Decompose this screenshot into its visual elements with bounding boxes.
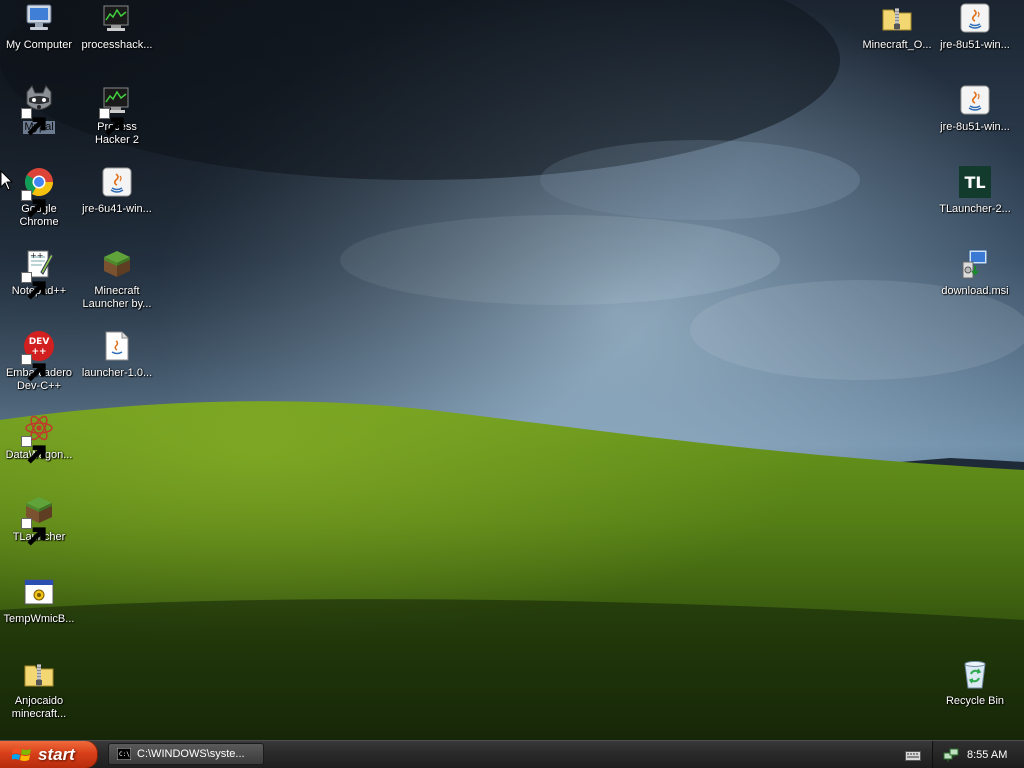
- desktop-icon-tlauncher-installer[interactable]: TL TLauncher-2...: [936, 166, 1014, 216]
- command-prompt-icon: C:\: [117, 748, 131, 760]
- start-label: start: [38, 744, 75, 764]
- shortcut-arrow-icon: [99, 108, 124, 136]
- grass-block-icon: [21, 494, 55, 546]
- notepad-plus-plus-icon: ++: [21, 248, 55, 300]
- process-hacker-icon: [99, 84, 133, 136]
- svg-text:TL: TL: [964, 173, 985, 192]
- dev-cpp-icon: DEV ++: [21, 330, 55, 382]
- clock[interactable]: 8:55 AM: [967, 749, 1007, 761]
- svg-text:++: ++: [30, 251, 43, 260]
- taskbar: start C:\ C:\WINDOWS\syste... 8:55 AM: [0, 740, 1024, 768]
- chrome-icon: [21, 166, 55, 218]
- shortcut-arrow-icon: [21, 108, 46, 136]
- desktop-icon-minecraft-launcher[interactable]: Minecraft Launcher by...: [78, 248, 156, 311]
- icon-label: Minecraft_O...: [862, 39, 932, 51]
- batch-file-icon: [23, 576, 55, 608]
- grass-block-icon: [101, 248, 133, 280]
- mypal-raccoon-icon: [21, 84, 55, 136]
- msi-installer-icon: [959, 248, 991, 280]
- java-installer-icon: [959, 84, 991, 116]
- desktop-icon-download-msi[interactable]: download.msi: [936, 248, 1014, 298]
- icon-label: jre-6u41-win...: [82, 203, 152, 215]
- desktop-icon-dev-cpp[interactable]: DEV ++ Embarcadero Dev-C++: [0, 330, 78, 393]
- icon-label: TempWmicB...: [3, 613, 75, 625]
- process-hacker-icon: [101, 2, 133, 34]
- keyboard-icon[interactable]: [905, 749, 921, 761]
- svg-text:DEV: DEV: [29, 337, 50, 347]
- desktop-icon-datawagon[interactable]: DataWagon...: [0, 412, 78, 464]
- task-label: C:\WINDOWS\syste...: [137, 748, 245, 760]
- zip-folder-icon: [23, 658, 55, 690]
- java-file-icon: [101, 330, 133, 362]
- my-computer-icon: [23, 2, 55, 34]
- recycle-bin-icon: [959, 658, 991, 690]
- icon-label: launcher-1.0...: [81, 367, 153, 379]
- desktop-icon-recycle-bin[interactable]: Recycle Bin: [936, 658, 1014, 708]
- icon-label: Anjocaido minecraft...: [11, 695, 67, 720]
- shortcut-arrow-icon: [21, 354, 46, 382]
- desktop-icon-processhacker-file[interactable]: processhack...: [78, 2, 156, 52]
- icon-label: processhack...: [81, 39, 153, 51]
- network-icon[interactable]: [943, 747, 959, 763]
- system-tray: 8:55 AM: [932, 741, 1024, 768]
- icon-label: Minecraft Launcher by...: [82, 285, 152, 310]
- desktop-icon-jre-6u41[interactable]: jre-6u41-win...: [78, 166, 156, 216]
- java-installer-icon: [101, 166, 133, 198]
- java-installer-icon: [959, 2, 991, 34]
- desktop-icon-notepad-plus-plus[interactable]: ++ Notepad++: [0, 248, 78, 300]
- desktop-icon-launcher-jar[interactable]: launcher-1.0...: [78, 330, 156, 380]
- zip-folder-icon: [881, 2, 913, 34]
- desktop-icon-tlauncher[interactable]: TLauncher: [0, 494, 78, 546]
- desktop-icon-anjocaido[interactable]: Anjocaido minecraft...: [0, 658, 78, 721]
- windows-flag-icon: [12, 747, 31, 761]
- tlauncher-icon: TL: [959, 166, 991, 198]
- shortcut-arrow-icon: [21, 436, 46, 464]
- icon-label: My Computer: [5, 39, 73, 51]
- taskbar-button-command-prompt[interactable]: C:\ C:\WINDOWS\syste...: [108, 743, 264, 765]
- desktop-icon-jre-8u51-a[interactable]: jre-8u51-win...: [936, 2, 1014, 52]
- desktop-icon-minecraft-zip[interactable]: Minecraft_O...: [858, 2, 936, 52]
- svg-text:C:\: C:\: [119, 751, 130, 758]
- shortcut-arrow-icon: [21, 518, 46, 546]
- desktop-icon-tempwmic[interactable]: TempWmicB...: [0, 576, 78, 626]
- datawagon-icon: [21, 412, 55, 464]
- icon-label: jre-8u51-win...: [940, 39, 1010, 51]
- icon-label: jre-8u51-win...: [940, 121, 1010, 133]
- icon-label: Recycle Bin: [945, 695, 1005, 707]
- desktop-icon-jre-8u51-b[interactable]: jre-8u51-win...: [936, 84, 1014, 134]
- shortcut-arrow-icon: [21, 272, 46, 300]
- start-button[interactable]: start: [0, 741, 98, 768]
- desktop-icon-process-hacker-2[interactable]: Process Hacker 2: [78, 84, 156, 147]
- icon-label: TLauncher-2...: [939, 203, 1011, 215]
- desktop-icon-mypal[interactable]: Mypal: [0, 84, 78, 136]
- icon-label: download.msi: [941, 285, 1009, 297]
- desktop-icon-google-chrome[interactable]: Google Chrome: [0, 166, 78, 229]
- shortcut-arrow-icon: [21, 190, 46, 218]
- desktop-icon-my-computer[interactable]: My Computer: [0, 2, 78, 52]
